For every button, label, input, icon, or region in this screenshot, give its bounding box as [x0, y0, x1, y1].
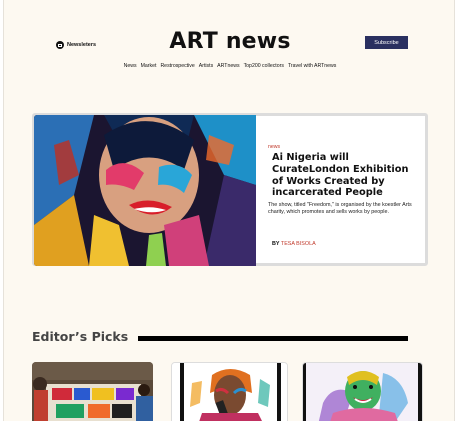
- nav-item-news[interactable]: News: [124, 63, 137, 69]
- editors-pick-card[interactable]: [302, 362, 423, 421]
- byline-prefix: BY: [272, 241, 280, 247]
- main-nav: News Market Restrospective Artists ARTne…: [4, 63, 454, 69]
- nav-item-top200-collectors[interactable]: Top200 collectors: [244, 63, 284, 69]
- featured-article-card[interactable]: news Ai Nigeria will CurateLondon Exhibi…: [32, 113, 428, 266]
- nav-item-market[interactable]: Market: [141, 63, 157, 69]
- nav-item-artnews[interactable]: ARTnews: [217, 63, 239, 69]
- editors-pick-image: [303, 363, 422, 421]
- author-link[interactable]: TESA BISOLA: [281, 241, 316, 247]
- nav-item-artists[interactable]: Artists: [199, 63, 213, 69]
- editors-pick-card[interactable]: [32, 362, 153, 421]
- featured-article-body: news Ai Nigeria will CurateLondon Exhibi…: [268, 144, 418, 217]
- editors-picks-title: Editor’s Picks: [32, 329, 129, 344]
- editors-pick-image: [32, 362, 153, 421]
- featured-article-image[interactable]: [34, 115, 256, 266]
- nav-item-travel[interactable]: Travel with ARTnews: [288, 63, 336, 69]
- nav-item-retrospective[interactable]: Restrospective: [160, 63, 194, 69]
- article-category-tag[interactable]: news: [268, 144, 418, 150]
- editors-pick-image: [172, 363, 287, 421]
- subscribe-button[interactable]: Subscribe: [365, 36, 408, 49]
- editors-pick-card[interactable]: [171, 362, 288, 421]
- article-summary: The show, titled "Freedom," is organised…: [268, 202, 412, 216]
- article-byline: BY TESA BISOLA: [272, 241, 316, 247]
- page: Newsleters ART news Subscribe News Marke…: [3, 0, 455, 421]
- article-headline[interactable]: Ai Nigeria will CurateLondon Exhibition …: [268, 152, 418, 199]
- section-divider: [138, 336, 408, 341]
